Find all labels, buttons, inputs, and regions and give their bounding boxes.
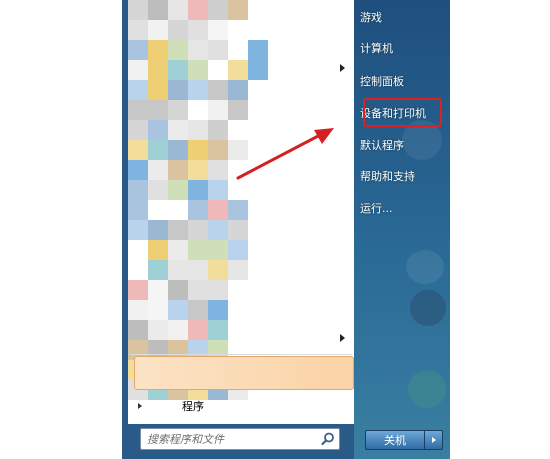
- annotation-arrow: [236, 128, 334, 180]
- annotation-arrow-shaft: [236, 132, 324, 180]
